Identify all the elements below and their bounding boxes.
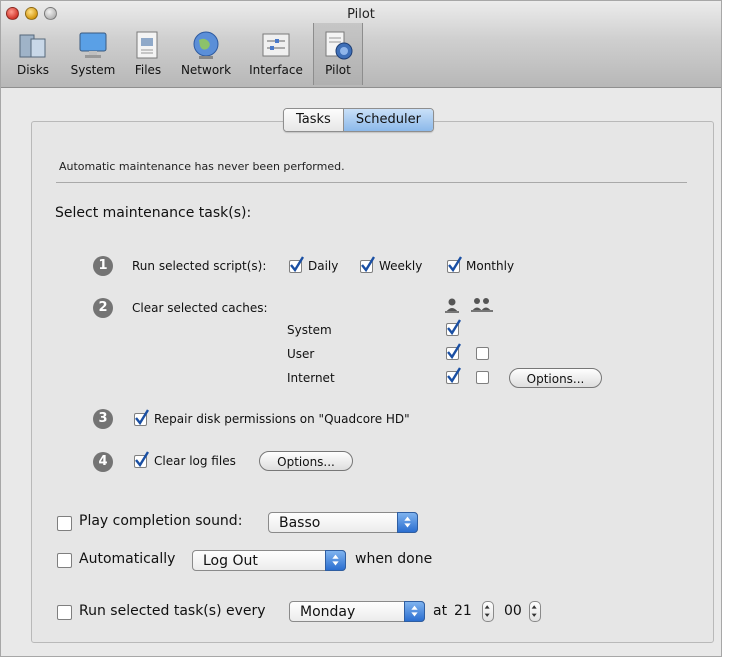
hour-value[interactable]: 21 [454,603,472,619]
toolbar-disks[interactable]: Disks [5,23,61,85]
action-popup[interactable]: Log Out [192,550,346,571]
user-cache-all-users-checkbox[interactable] [476,347,489,360]
toolbar-label: Files [134,63,162,77]
toolbar-files[interactable]: Files [127,23,169,85]
users-group-icon [471,298,493,312]
toolbar-label: Network [180,63,232,77]
checkmark-icon [361,256,375,273]
up-down-arrows-icon [404,516,411,528]
internet-cache-user-checkbox[interactable] [446,367,461,384]
popup-arrows-icon [325,550,346,571]
automatically-checkbox[interactable] [57,553,72,568]
run-scripts-label: Run selected script(s): [132,259,267,273]
daily-label: Daily [308,259,339,273]
tab-scheduler[interactable]: Scheduler [343,109,433,131]
minute-value[interactable]: 00 [504,603,522,619]
step-number-4: 4 [93,452,113,472]
cache-row-label: User [287,347,315,361]
user-cache-user-checkbox[interactable] [446,343,461,360]
title-bar: Pilot Disks System Files Network Interfa… [1,1,721,88]
status-message: Automatic maintenance has never been per… [59,160,345,173]
toolbar-label: Pilot [325,63,351,77]
toolbar-label: System [70,63,116,77]
log-options-button[interactable]: Options... [259,451,353,471]
files-icon [136,31,158,59]
stepper-arrows-icon [484,605,490,617]
user-icon [445,298,459,313]
up-down-arrows-icon [411,605,418,617]
popup-arrows-icon [397,512,418,533]
stepper-arrows-icon [531,605,537,617]
checkmark-icon [135,409,149,426]
disks-icon [19,34,46,58]
toolbar-interface[interactable]: Interface [243,23,309,85]
play-sound-label: Play completion sound: [79,513,243,529]
internet-cache-all-users-checkbox[interactable] [476,371,489,384]
repair-permissions-label: Repair disk permissions on "Quadcore HD" [154,412,410,426]
sound-popup[interactable]: Basso [268,512,418,533]
step-number-1: 1 [93,256,113,276]
clear-caches-label: Clear selected caches: [132,301,268,315]
checkmark-icon [448,256,462,273]
weekly-label: Weekly [379,259,423,273]
clear-log-files-label: Clear log files [154,454,236,468]
globe-icon [193,31,219,59]
monthly-checkbox[interactable] [447,256,462,273]
step-number-2: 2 [93,298,113,318]
sound-popup-value: Basso [279,515,321,531]
run-every-checkbox[interactable] [57,605,72,620]
checkmark-icon [135,451,149,468]
interface-icon [262,33,290,57]
clear-log-files-checkbox[interactable] [134,451,149,468]
cache-row-label: System [287,323,332,337]
toolbar-network[interactable]: Network [175,23,237,85]
pilot-window: Pilot Disks System Files Network Interfa… [0,0,722,657]
section-heading: Select maintenance task(s): [55,205,252,221]
checkmark-icon [290,256,304,273]
automatically-label: Automatically [79,551,176,567]
hour-stepper[interactable] [482,601,494,622]
minute-stepper[interactable] [529,601,541,622]
window-title: Pilot [347,7,375,22]
toolbar-label: Interface [249,63,303,77]
monthly-label: Monthly [466,259,515,273]
when-done-label: when done [355,551,433,567]
play-sound-checkbox[interactable] [57,516,72,531]
toolbar-pilot[interactable]: Pilot [313,23,363,85]
step-number-3: 3 [93,409,113,429]
cache-options-button[interactable]: Options... [509,368,602,388]
pilot-icon [325,31,353,60]
up-down-arrows-icon [332,554,339,566]
weekly-checkbox[interactable] [360,256,375,273]
day-popup[interactable]: Monday [289,601,425,622]
repair-permissions-checkbox[interactable] [134,409,149,426]
checkmark-icon [447,343,461,360]
toolbar-label: Disks [16,63,50,77]
cache-row-label: Internet [287,371,335,385]
monitor-icon [79,32,107,58]
run-every-label: Run selected task(s) every [79,603,266,619]
day-popup-value: Monday [300,604,356,620]
divider [56,182,687,183]
at-label: at [433,603,448,619]
daily-checkbox[interactable] [289,256,304,273]
system-cache-user-checkbox[interactable] [446,319,461,336]
tab-tasks[interactable]: Tasks [284,109,344,131]
action-popup-value: Log Out [203,553,258,569]
toolbar-system[interactable]: System [64,23,122,85]
tab-control: Tasks Scheduler [283,108,434,132]
popup-arrows-icon [404,601,425,622]
checkmark-icon [447,319,461,336]
checkmark-icon [447,367,461,384]
